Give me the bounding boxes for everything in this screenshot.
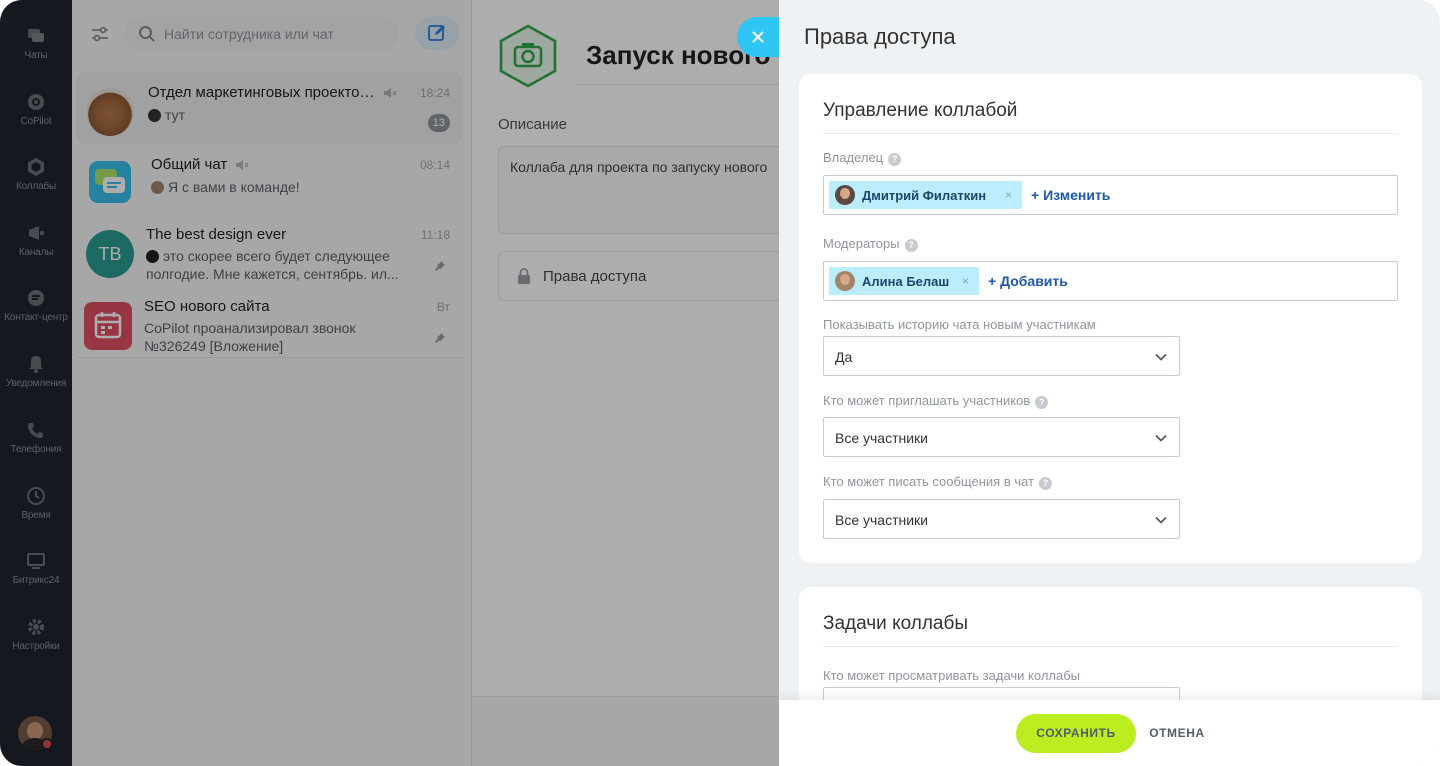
remove-moderator-icon[interactable]: ×: [962, 274, 969, 288]
help-icon[interactable]: ?: [904, 239, 918, 252]
collab-management-card: Управление коллабой Владелец? Дмитрий Фи…: [799, 74, 1422, 563]
history-label: Показывать историю чата новым участникам: [823, 317, 1096, 332]
view-tasks-label: Кто может просматривать задачи коллабы: [823, 668, 1081, 683]
access-rights-panel: Права доступа Управление коллабой Владел…: [779, 0, 1440, 766]
modal-overlay[interactable]: [0, 0, 779, 766]
panel-title: Права доступа: [804, 24, 956, 49]
help-icon[interactable]: ?: [888, 153, 902, 166]
moderators-label: Модераторы: [823, 236, 900, 251]
change-owner-link[interactable]: + Изменить: [1031, 187, 1110, 203]
invite-select[interactable]: Все участники: [823, 417, 1180, 457]
cancel-button[interactable]: ОТМЕНА: [1144, 714, 1210, 753]
chevron-down-icon: [1155, 516, 1167, 524]
owner-avatar: [835, 185, 855, 205]
moderators-field[interactable]: Алина Белаш × + Добавить: [823, 261, 1398, 301]
moderator-avatar: [835, 271, 855, 291]
add-moderator-link[interactable]: + Добавить: [988, 273, 1068, 289]
chevron-down-icon: [1155, 434, 1167, 442]
panel-footer: СОХРАНИТЬ ОТМЕНА: [779, 700, 1440, 766]
section-title: Задачи коллабы: [823, 613, 969, 634]
section-title: Управление коллабой: [823, 100, 1018, 121]
remove-owner-icon[interactable]: ×: [1005, 188, 1012, 202]
history-select[interactable]: Да: [823, 336, 1180, 376]
help-icon[interactable]: ?: [1035, 396, 1049, 409]
owner-tag: Дмитрий Филаткин ×: [829, 181, 1022, 209]
chevron-down-icon: [1155, 353, 1167, 361]
owner-label: Владелец: [823, 150, 884, 165]
app-window: Чаты CoPilot Коллабы Каналы Контакт-цент…: [0, 0, 1440, 766]
owner-field[interactable]: Дмитрий Филаткин × + Изменить: [823, 175, 1398, 215]
close-icon: [752, 31, 764, 43]
help-icon[interactable]: ?: [1039, 477, 1053, 490]
invite-label: Кто может приглашать участников: [823, 393, 1031, 408]
moderator-name: Алина Белаш: [862, 274, 950, 289]
history-value: Да: [835, 349, 853, 365]
write-label: Кто может писать сообщения в чат: [823, 474, 1035, 489]
invite-value: Все участники: [835, 430, 929, 446]
section-divider: [823, 133, 1398, 134]
moderator-tag: Алина Белаш ×: [829, 267, 979, 295]
save-button[interactable]: СОХРАНИТЬ: [1016, 714, 1136, 753]
write-value: Все участники: [835, 512, 929, 528]
close-panel-button[interactable]: [737, 17, 779, 57]
write-select[interactable]: Все участники: [823, 499, 1180, 539]
section-divider: [823, 646, 1398, 647]
owner-name: Дмитрий Филаткин: [862, 188, 987, 203]
